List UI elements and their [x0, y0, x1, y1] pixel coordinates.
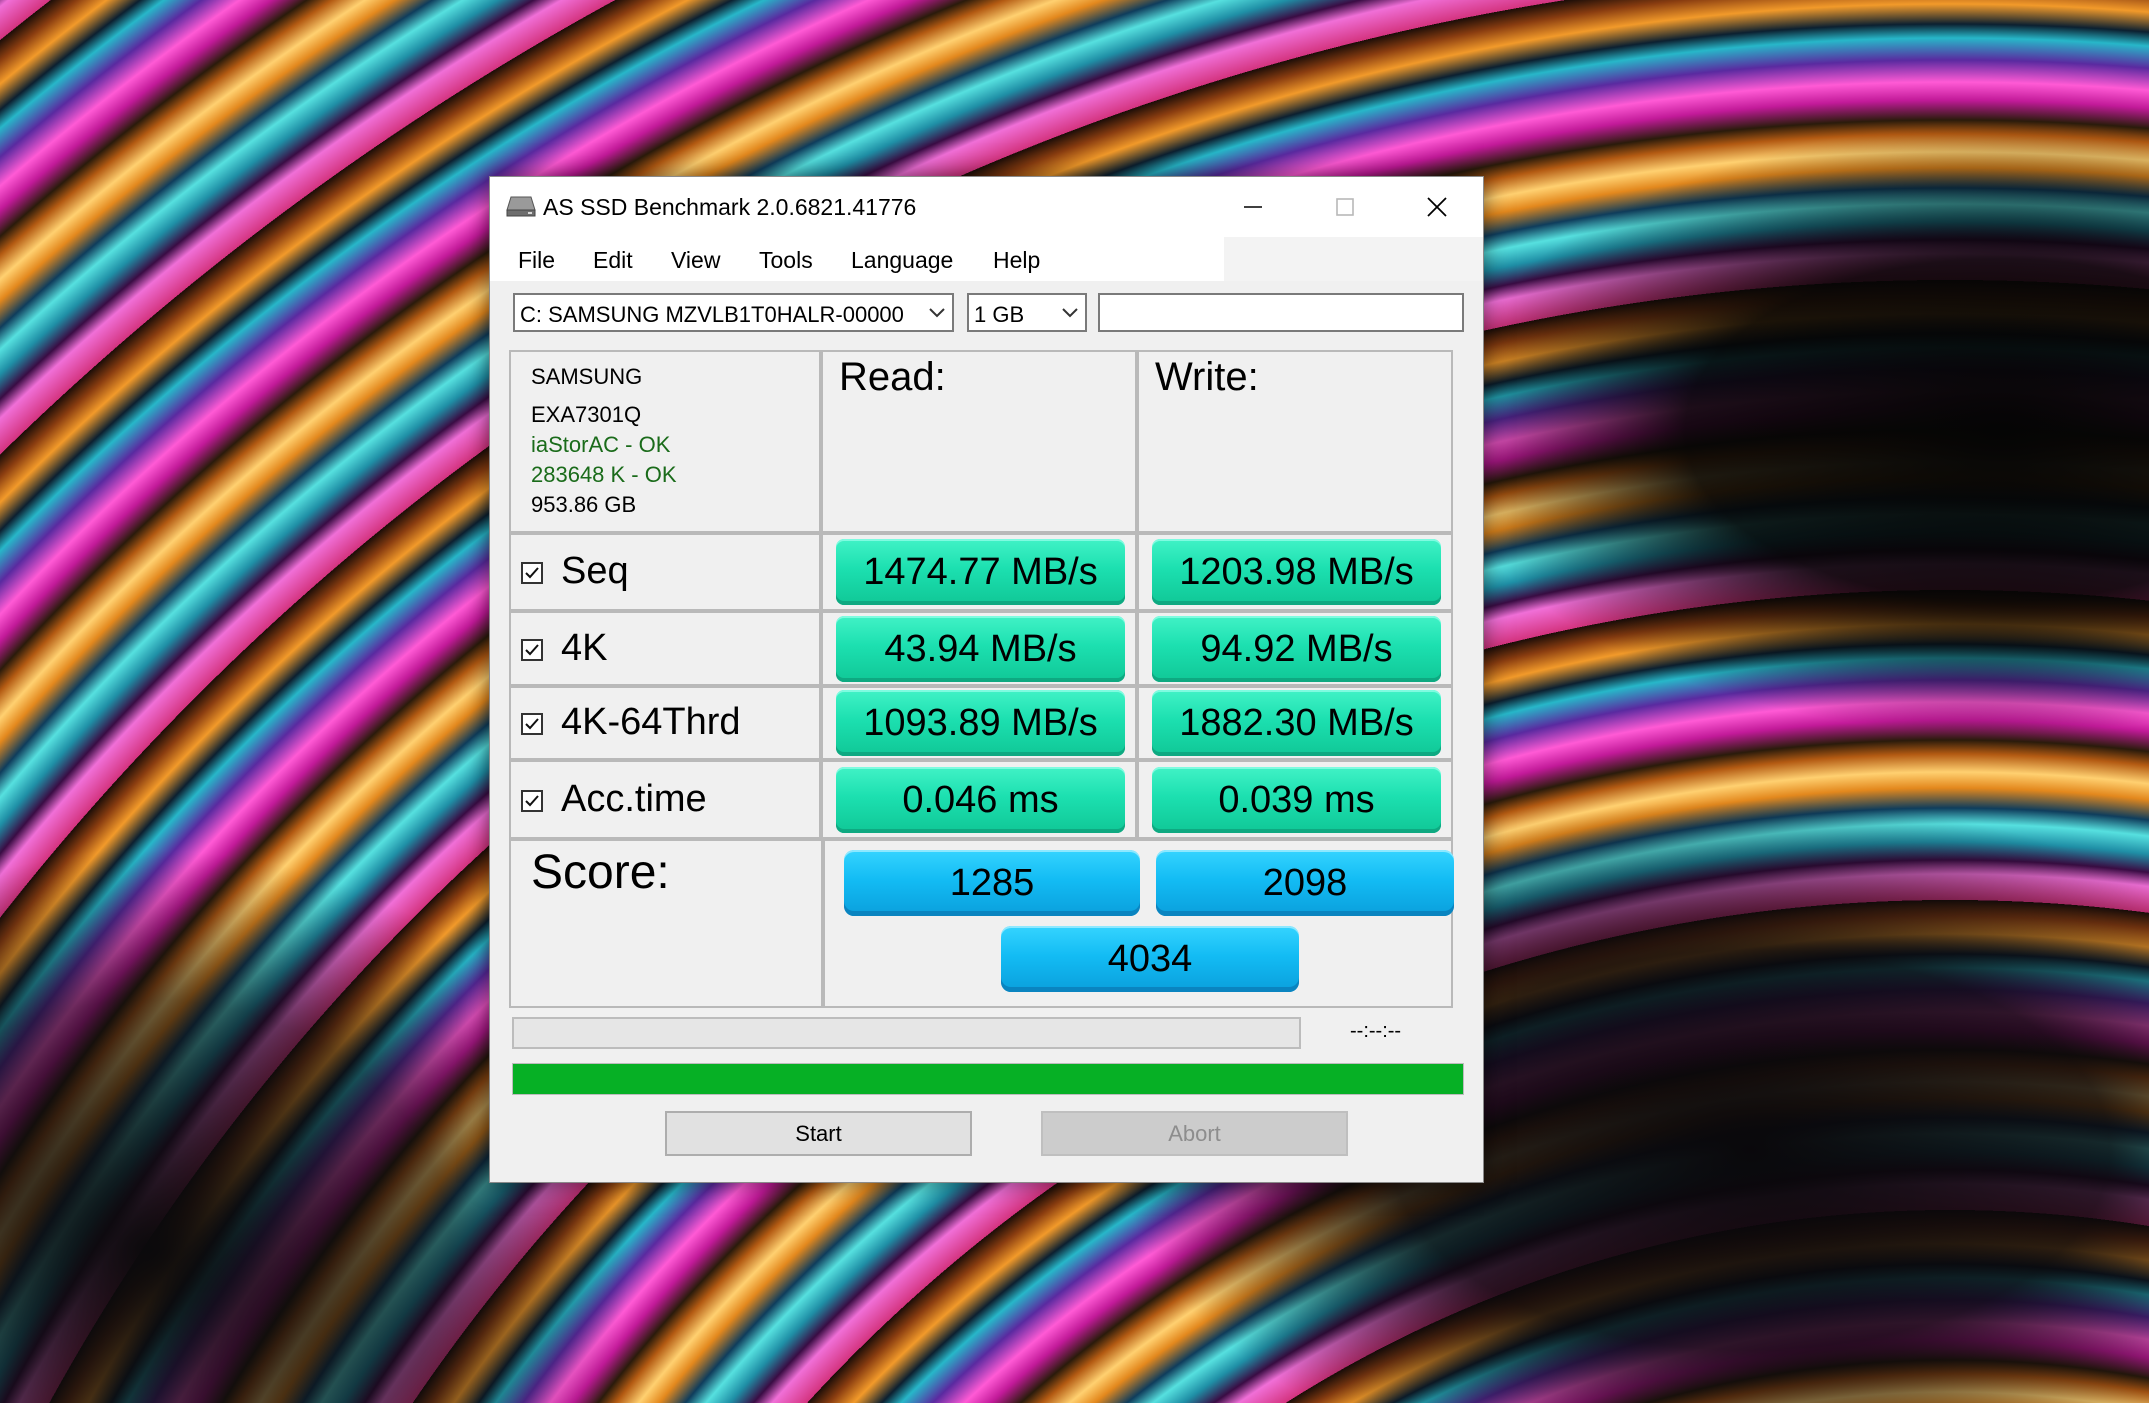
- close-button[interactable]: [1391, 177, 1483, 237]
- write-result-value: 1882.30 MB/s: [1152, 690, 1441, 756]
- row-checkbox[interactable]: [521, 639, 543, 661]
- row-checkbox[interactable]: [521, 790, 543, 812]
- drive-brand: SAMSUNG: [531, 364, 643, 389]
- read-score: 1285: [844, 850, 1140, 916]
- score-label-cell: Score:: [509, 839, 823, 1008]
- menu-tools[interactable]: Tools: [759, 247, 813, 274]
- row-checkbox[interactable]: [521, 562, 543, 584]
- row-label: 4K: [561, 627, 608, 669]
- row-label: Acc.time: [561, 778, 707, 820]
- checkmark-icon: [525, 718, 539, 730]
- overall-progress-bar: [512, 1063, 1464, 1095]
- chevron-down-icon: [1062, 308, 1078, 318]
- drive-select-value: C: SAMSUNG MZVLB1T0HALR-00000: [520, 302, 904, 327]
- menu-language[interactable]: Language: [851, 247, 953, 274]
- read-result-value: 1093.89 MB/s: [836, 690, 1125, 756]
- test-size-select[interactable]: 1 GB: [967, 293, 1087, 332]
- elapsed-time: --:--:--: [1350, 1020, 1402, 1042]
- write-score: 2098: [1156, 850, 1454, 916]
- row-checkbox[interactable]: [521, 713, 543, 735]
- chevron-down-icon: [929, 308, 945, 318]
- row-label-cell: 4K: [509, 611, 821, 686]
- menu-bar: File Edit View Tools Language Help: [490, 237, 1483, 281]
- drive-info-panel: SAMSUNG EXA7301Q iaStorAC - OK 283648 K …: [509, 350, 821, 533]
- abort-button[interactable]: Abort: [1041, 1111, 1348, 1156]
- minimize-button[interactable]: [1207, 177, 1299, 237]
- menu-file[interactable]: File: [518, 247, 555, 274]
- score-label: Score:: [531, 846, 670, 899]
- read-result-value: 0.046 ms: [836, 767, 1125, 833]
- title-bar[interactable]: AS SSD Benchmark 2.0.6821.41776: [490, 177, 1483, 237]
- row-label-cell: Seq: [509, 533, 821, 611]
- read-result-value: 1474.77 MB/s: [836, 539, 1125, 605]
- minimize-icon: [1244, 206, 1262, 208]
- read-header-label: Read:: [839, 355, 946, 399]
- menu-view[interactable]: View: [671, 247, 720, 274]
- task-progress-bar: [512, 1017, 1301, 1049]
- start-button[interactable]: Start: [665, 1111, 972, 1156]
- write-column-header: Write:: [1137, 350, 1453, 533]
- menu-help[interactable]: Help: [993, 247, 1040, 274]
- write-result-value: 94.92 MB/s: [1152, 616, 1441, 682]
- hard-drive-icon: [506, 196, 536, 217]
- test-name-input[interactable]: [1098, 293, 1464, 332]
- drive-select[interactable]: C: SAMSUNG MZVLB1T0HALR-00000: [513, 293, 954, 332]
- drive-firmware: EXA7301Q: [531, 402, 642, 427]
- row-label-cell: Acc.time: [509, 760, 821, 839]
- menu-edit[interactable]: Edit: [593, 247, 633, 274]
- row-label: Seq: [561, 550, 629, 592]
- driver-status: iaStorAC - OK: [531, 432, 671, 457]
- checkmark-icon: [525, 795, 539, 807]
- read-result-value: 43.94 MB/s: [836, 616, 1125, 682]
- maximize-icon: [1336, 198, 1354, 216]
- write-header-label: Write:: [1155, 355, 1259, 399]
- window-title: AS SSD Benchmark 2.0.6821.41776: [543, 194, 917, 220]
- test-size-value: 1 GB: [974, 302, 1025, 327]
- drive-capacity: 953.86 GB: [531, 492, 637, 517]
- row-label: 4K-64Thrd: [561, 701, 741, 743]
- close-icon: [1427, 197, 1447, 217]
- alignment-status: 283648 K - OK: [531, 462, 677, 487]
- as-ssd-window: AS SSD Benchmark 2.0.6821.41776 File Edi…: [489, 176, 1484, 1183]
- total-score: 4034: [1001, 926, 1299, 992]
- maximize-button[interactable]: [1299, 177, 1391, 237]
- write-result-value: 1203.98 MB/s: [1152, 539, 1441, 605]
- overall-progress-fill: [513, 1064, 1463, 1094]
- checkmark-icon: [525, 644, 539, 656]
- checkmark-icon: [525, 567, 539, 579]
- row-label-cell: 4K-64Thrd: [509, 686, 821, 760]
- write-result-value: 0.039 ms: [1152, 767, 1441, 833]
- read-column-header: Read:: [821, 350, 1137, 533]
